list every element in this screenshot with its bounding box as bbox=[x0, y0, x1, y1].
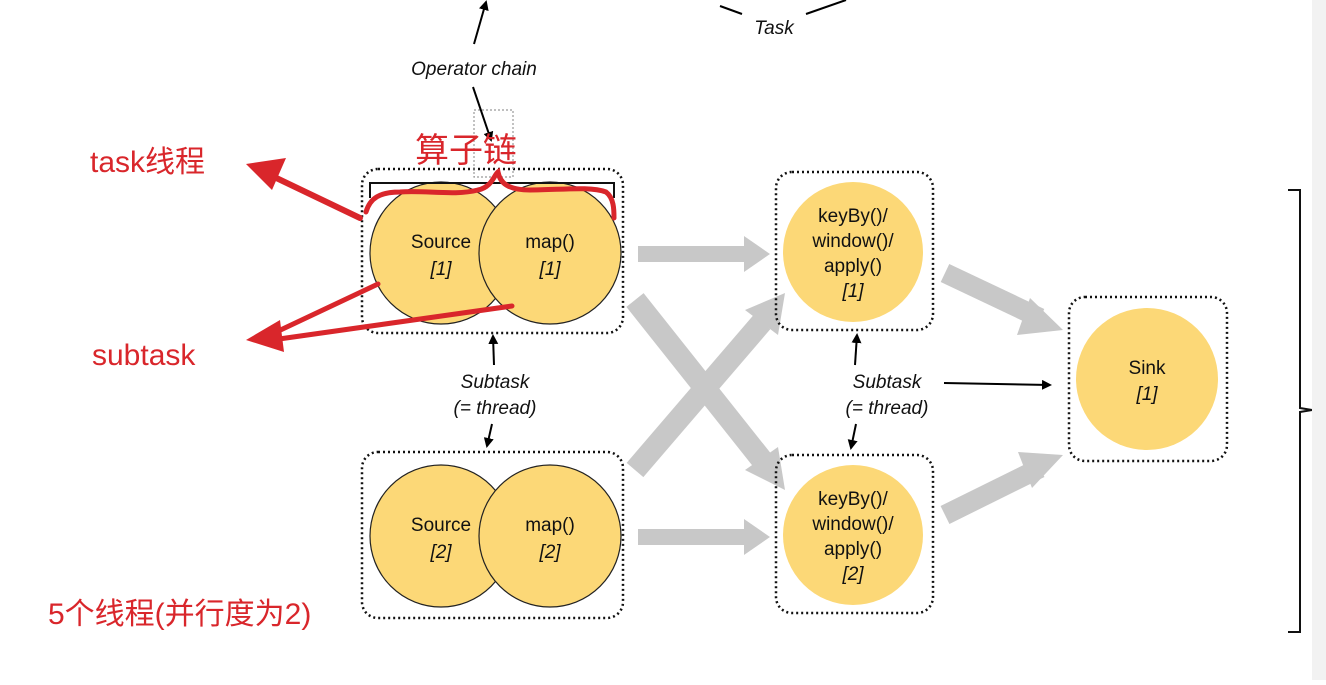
node-map-2-label: map() bbox=[525, 515, 575, 536]
subtask-right-thread: (= thread) bbox=[846, 398, 929, 419]
arrow-subtask-right-up bbox=[851, 333, 862, 366]
svg-text:apply(): apply() bbox=[824, 256, 882, 277]
red-arrow-task-thread bbox=[246, 158, 363, 221]
node-map-2-index: [2] bbox=[538, 542, 561, 563]
right-edge-strip bbox=[1312, 0, 1326, 680]
operator-chain-label: Operator chain bbox=[411, 59, 537, 80]
gray-edge-keyby2-to-sink bbox=[940, 452, 1063, 524]
arrow-subtask-left-down bbox=[483, 423, 494, 448]
node-map-1-index: [1] bbox=[538, 259, 561, 280]
arrow-task-left bbox=[719, 5, 743, 15]
subtask-red-label: subtask bbox=[92, 339, 196, 372]
gray-edge-keyby1-to-sink bbox=[940, 263, 1063, 335]
svg-text:keyBy()/: keyBy()/ bbox=[818, 489, 888, 510]
node-keyby-window-apply-2: keyBy()/ window()/ apply() [2] bbox=[783, 465, 923, 605]
diagram-canvas: Source [1] map() [1] Source [2] map() [2… bbox=[48, 0, 1313, 633]
node-source-1-index: [1] bbox=[429, 259, 452, 280]
gray-edge-source2-to-keyby2 bbox=[638, 519, 770, 555]
svg-text:keyBy()/: keyBy()/ bbox=[818, 206, 888, 227]
node-source-1-label: Source bbox=[411, 232, 471, 253]
node-sink-label: Sink bbox=[1129, 358, 1166, 379]
gray-edge-source1-to-keyby1 bbox=[638, 236, 770, 272]
subtask-right-label: Subtask bbox=[853, 372, 923, 393]
svg-text:apply(): apply() bbox=[824, 539, 882, 560]
arrow-task-right bbox=[805, 0, 847, 15]
node-map-1-label: map() bbox=[525, 232, 575, 253]
five-threads-label: 5个线程(并行度为2) bbox=[48, 598, 311, 631]
subtask-left-label: Subtask bbox=[461, 372, 531, 393]
dataflow-diagram: Source [1] map() [1] Source [2] map() [2… bbox=[0, 0, 1326, 680]
operator-chain-cn-label: 算子链 bbox=[415, 132, 517, 170]
svg-text:[2]: [2] bbox=[841, 564, 864, 585]
right-bracket bbox=[1288, 189, 1313, 633]
node-source-2-label: Source bbox=[411, 515, 471, 536]
arrow-subtask-right-down bbox=[847, 423, 858, 450]
subtask-left-thread: (= thread) bbox=[454, 398, 537, 419]
arrow-operator-chain-up bbox=[473, 0, 489, 45]
node-sink-index: [1] bbox=[1135, 384, 1158, 405]
svg-text:[1]: [1] bbox=[841, 281, 864, 302]
svg-text:window()/: window()/ bbox=[811, 514, 894, 535]
svg-text:window()/: window()/ bbox=[811, 231, 894, 252]
node-source-2-index: [2] bbox=[429, 542, 452, 563]
arrow-subtask-left-up bbox=[488, 334, 499, 366]
node-map-1: map() [1] bbox=[478, 181, 622, 325]
arrow-subtask-to-sink bbox=[943, 379, 1052, 390]
node-sink: Sink [1] bbox=[1076, 308, 1218, 450]
node-map-2: map() [2] bbox=[478, 464, 622, 608]
task-thread-label: task线程 bbox=[90, 146, 205, 179]
task-label: Task bbox=[754, 18, 795, 39]
node-keyby-window-apply-1: keyBy()/ window()/ apply() [1] bbox=[783, 182, 923, 322]
